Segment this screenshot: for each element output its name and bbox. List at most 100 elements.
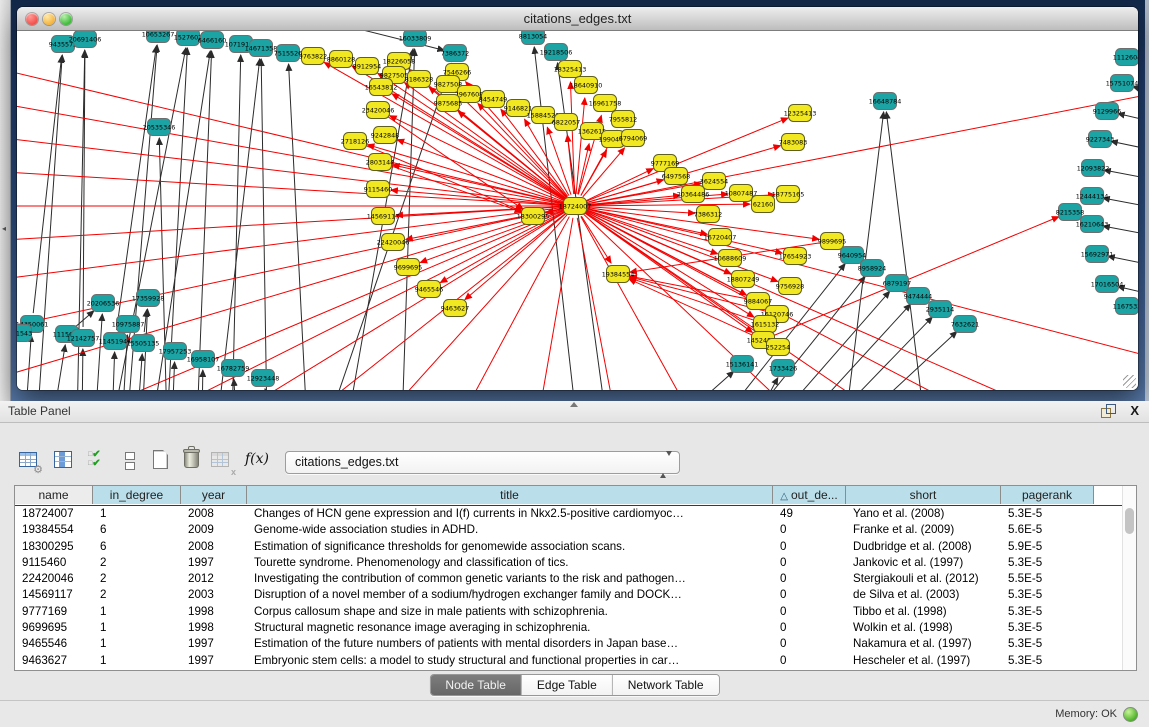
table-row[interactable]: 1830029562008Estimation of significance … [15, 539, 1136, 555]
graph-edge[interactable] [25, 335, 31, 390]
graph-node[interactable]: 18724007 [559, 198, 592, 215]
function-builder-icon[interactable]: f(x) [243, 447, 269, 473]
graph-node[interactable]: 19384554 [602, 266, 635, 283]
graph-node[interactable]: 20691406 [69, 31, 102, 48]
table-cell[interactable]: Estimation of significance thresholds fo… [247, 539, 773, 555]
graph-node[interactable]: 22420046 [377, 234, 410, 251]
table-cell[interactable]: 22420046 [15, 571, 93, 587]
graph-edge[interactable] [82, 349, 83, 390]
table-cell[interactable]: 0 [773, 522, 846, 538]
graph-node[interactable]: 18775165 [772, 186, 805, 203]
table-row[interactable]: 2242004622012Investigating the contribut… [15, 571, 1136, 587]
table-cell[interactable]: 19384554 [15, 522, 93, 538]
graph-node[interactable]: 17359928 [132, 290, 165, 307]
column-header-name[interactable]: name [15, 486, 93, 504]
table-panel-header[interactable]: Table Panel X [0, 401, 1149, 423]
table-cell[interactable]: Investigating the contribution of common… [247, 571, 773, 587]
graph-edge[interactable] [289, 64, 307, 390]
graph-edge[interactable] [197, 51, 212, 390]
graph-node[interactable]: 6822057 [552, 114, 580, 131]
graph-node[interactable]: 1167533 [1113, 298, 1138, 315]
graph-node[interactable]: 2718126 [341, 133, 369, 150]
table-cell[interactable]: Tourette syndrome. Phenomenology and cla… [247, 555, 773, 571]
graph-node[interactable]: 16033809 [399, 31, 432, 47]
graph-node[interactable]: 9242848 [371, 127, 399, 144]
graph-node[interactable]: 8215358 [1056, 204, 1084, 221]
graph-node[interactable]: 17016504 [1091, 276, 1124, 293]
table-settings-icon[interactable]: ⚙ [16, 447, 42, 473]
graph-node[interactable]: 16782759 [217, 360, 250, 377]
graph-node[interactable]: 1112604 [1113, 49, 1138, 66]
graph-node[interactable]: 8860128 [327, 51, 355, 68]
table-cell[interactable]: Hescheler et al. (1997) [846, 653, 1001, 669]
graph-node[interactable]: 16543812 [365, 79, 398, 96]
table-cell[interactable]: 2 [93, 587, 181, 603]
window-resize-grip[interactable] [1123, 375, 1136, 388]
graph-edge[interactable] [773, 217, 1059, 336]
vertical-scrollbar[interactable] [1122, 486, 1136, 670]
table-cell[interactable]: 0 [773, 539, 846, 555]
show-columns-icon[interactable] [50, 447, 76, 473]
table-cell[interactable]: 1 [93, 636, 181, 652]
graph-edge[interactable] [1111, 141, 1138, 153]
table-cell[interactable]: 5.3E-5 [1001, 636, 1094, 652]
column-header-short[interactable]: short [846, 486, 1001, 504]
tab-node-table[interactable]: Node Table [430, 675, 522, 695]
table-cell[interactable]: Dudbridge et al. (2008) [846, 539, 1001, 555]
memory-ok-indicator[interactable] [1123, 707, 1138, 722]
table-cell[interactable]: 9463627 [15, 653, 93, 669]
citation-network-graph[interactable]: 1872400797638228860128891295418226058982… [17, 31, 1138, 390]
graph-node[interactable]: 16958107 [187, 351, 220, 368]
table-cell[interactable]: 0 [773, 587, 846, 603]
graph-node[interactable]: 16961758 [589, 95, 622, 112]
table-cell[interactable]: Wolkin et al. (1998) [846, 620, 1001, 636]
graph-node[interactable]: 18807249 [727, 271, 760, 288]
table-cell[interactable]: 18300295 [15, 539, 93, 555]
graph-node[interactable]: 7386312 [694, 206, 722, 223]
graph-node[interactable]: 9756928 [776, 278, 804, 295]
table-cell[interactable]: 2003 [181, 587, 247, 603]
graph-node[interactable]: 15751074 [1106, 75, 1138, 92]
graph-edge[interactable] [112, 352, 115, 390]
graph-node[interactable]: 12093822 [1077, 160, 1110, 177]
graph-node[interactable]: 18325413 [554, 61, 587, 78]
graph-node[interactable]: 10653267 [142, 31, 175, 43]
right-collapsed-panel-strip[interactable] [1145, 0, 1149, 401]
graph-node[interactable]: 18300295 [517, 208, 550, 225]
table-cell[interactable]: 18724007 [15, 506, 93, 522]
new-document-icon[interactable] [147, 447, 173, 473]
graph-node[interactable]: 9129966 [1093, 103, 1121, 120]
network-window-titlebar[interactable]: citations_edges.txt [17, 7, 1138, 31]
graph-edge[interactable] [570, 82, 574, 194]
table-header-row[interactable]: namein_degreeyeartitle△out_de...shortpag… [15, 486, 1136, 506]
column-header-pagerank[interactable]: pagerank [1001, 486, 1094, 504]
table-cell[interactable]: 5.6E-5 [1001, 522, 1094, 538]
table-cell[interactable]: 5.3E-5 [1001, 653, 1094, 669]
graph-node[interactable]: 10688609 [714, 250, 747, 267]
table-cell[interactable]: Changes of HCN gene expression and I(f) … [247, 506, 773, 522]
graph-node[interactable]: 20206536 [87, 295, 120, 312]
table-cell[interactable]: 5.3E-5 [1001, 620, 1094, 636]
graph-edge[interactable] [95, 314, 102, 390]
graph-node[interactable]: 7632621 [951, 316, 979, 333]
rows-icon[interactable] [117, 447, 143, 473]
graph-edge[interactable] [577, 218, 617, 390]
table-row[interactable]: 1872400712008Changes of HCN gene express… [15, 506, 1136, 522]
graph-node[interactable]: 14671358 [245, 40, 278, 57]
graph-node[interactable]: 18640910 [570, 77, 603, 94]
graph-node[interactable]: 12444134 [1076, 188, 1109, 205]
graph-node[interactable]: 7955812 [609, 111, 637, 128]
delete-trash-icon[interactable] [178, 447, 204, 473]
close-panel-icon[interactable]: X [1130, 403, 1139, 418]
left-collapsed-panel-strip[interactable]: ◂ [0, 0, 11, 401]
table-cell[interactable]: Nakamura et al. (1997) [846, 636, 1001, 652]
graph-node[interactable]: 9474444 [904, 288, 932, 305]
graph-node[interactable]: 10975887 [112, 316, 145, 333]
table-cell[interactable]: Yano et al. (2008) [846, 506, 1001, 522]
table-cell[interactable]: 5.3E-5 [1001, 555, 1094, 571]
table-cell[interactable]: 1997 [181, 555, 247, 571]
graph-edge[interactable] [75, 311, 94, 327]
float-panel-icon[interactable] [1101, 404, 1115, 418]
graph-edge[interactable] [17, 208, 563, 331]
graph-node[interactable]: 9899695 [818, 233, 846, 250]
